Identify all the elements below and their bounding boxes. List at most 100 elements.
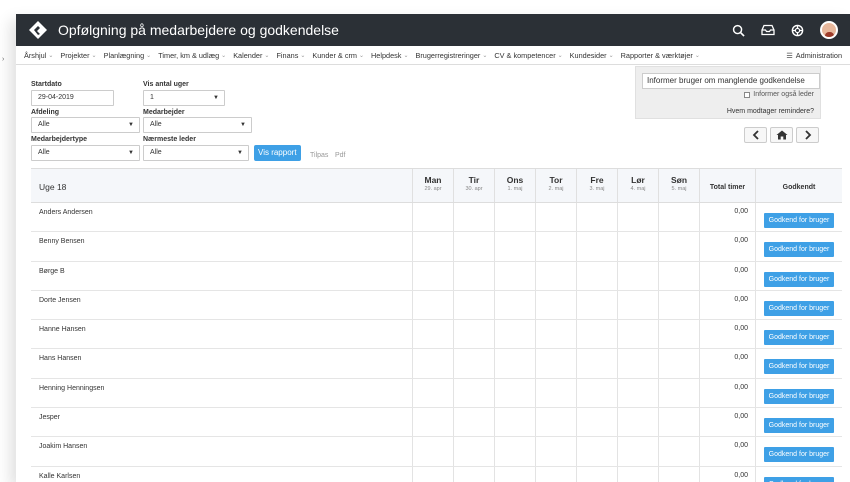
chevron-down-icon: ⌄ [300,52,306,59]
avatar[interactable] [820,21,838,39]
employee-name[interactable]: Hans Hansen [39,355,81,362]
day-cell [535,290,576,320]
chevron-left-icon [752,130,759,140]
startdato-label: Startdato [31,81,62,88]
total-hours: 0,00 [734,354,748,362]
search-icon[interactable] [732,24,745,37]
day-cell [535,232,576,261]
approve-button[interactable]: Godkend for bruger [764,271,834,287]
approve-cell: Godkend for bruger [755,466,842,482]
page-title: Opfølgning på medarbejdere og godkendels… [58,22,339,38]
day-cell [617,320,658,349]
approve-button[interactable]: Godkend for bruger [764,418,834,434]
employee-name[interactable]: Dorte Jensen [39,297,81,304]
approve-button[interactable]: Godkend for bruger [764,388,834,404]
approve-button[interactable]: Godkend for bruger [764,447,834,463]
total-hours: 0,00 [734,295,748,303]
approve-button[interactable]: Godkend for bruger [764,300,834,316]
menu-item-aarshjul[interactable]: Årshjul ⌄ [24,51,53,60]
menu-item-kundesider[interactable]: Kundesider ⌄ [570,51,614,60]
employee-name[interactable]: Kalle Karlsen [39,473,80,480]
inbox-icon[interactable] [761,24,775,36]
day-cell [494,378,535,408]
naermeste-leder-label: Nærmeste leder [143,136,196,143]
hvem-modtager-link[interactable]: Hvem modtager remindere? [727,108,814,115]
employee-name[interactable]: Henning Henningsen [39,385,104,392]
menu-item-finans[interactable]: Finans ⌄ [276,51,305,60]
menu-item-brugerregistreringer[interactable]: Brugerregistreringer ⌄ [415,51,487,60]
approval-table: Uge 18 Man 29. apr Tir 30. apr Ons 1. maj T… [31,168,842,482]
approve-button[interactable]: Godkend for bruger [764,359,834,375]
approve-button[interactable]: Godkend for bruger [764,476,834,482]
total-hours: 0,00 [734,208,748,215]
afdeling-label: Afdeling [31,109,59,116]
chevron-down-icon: ⌄ [557,52,563,59]
employee-name[interactable]: Jesper [39,414,60,421]
startdato-input[interactable]: 29-04-2019 [31,90,114,106]
medarbejdertype-select[interactable]: Alle ▼ [31,145,140,161]
menu-item-timer[interactable]: Timer, km & udlæg ⌄ [158,51,226,60]
day-cell [535,203,576,232]
sidebar-expand-icon[interactable]: › [2,56,4,63]
menu-item-administration[interactable]: ☰ Administration [786,51,842,60]
chevron-down-icon: ⌄ [694,52,700,59]
day-date: 3. maj [589,186,605,192]
menu-item-label: CV & kompetencer [494,50,556,60]
approve-button[interactable]: Godkend for bruger [764,213,834,228]
employee-name[interactable]: Benny Bensen [39,238,85,245]
checkbox-icon[interactable] [744,91,751,98]
pdf-link[interactable]: Pdf [335,152,346,159]
day-cell [658,320,699,349]
approve-button[interactable]: Godkend for bruger [764,330,834,346]
day-cell [658,349,699,378]
employee-name[interactable]: Anders Andersen [39,209,93,216]
current-week-button[interactable] [770,127,793,143]
approve-button[interactable]: Godkend for bruger [764,242,834,258]
day-name: Tir [468,175,480,185]
logo-icon[interactable] [28,20,48,40]
tilpas-link[interactable]: Tilpas [310,152,328,159]
menu-item-label: Finans [276,50,299,60]
day-cell [494,466,535,482]
approve-cell: Godkend for bruger [755,408,842,437]
employee-name[interactable]: Børge B [39,268,65,275]
approve-cell: Godkend for bruger [755,290,842,320]
day-cell [617,378,658,408]
day-name: Ons [506,175,524,185]
table-row: Henning Henningsen 0,00 Godkend for bruger [31,378,842,409]
employee-name[interactable]: Joakim Hansen [39,443,87,450]
help-lifebuoy-icon[interactable] [791,24,804,37]
menu-item-kalender[interactable]: Kalender ⌄ [233,51,269,60]
day-header: Tir 30. apr [453,169,494,202]
afdeling-select[interactable]: Alle ▼ [31,117,140,133]
medarbejder-label: Medarbejder [143,109,185,116]
day-cell [494,408,535,437]
previous-week-button[interactable] [744,127,767,143]
day-cell [658,203,699,232]
employee-name[interactable]: Hanne Hansen [39,326,86,333]
informer-bruger-button[interactable]: Informer bruger om manglende godkendelse [642,73,820,89]
menu-item-kunder-crm[interactable]: Kunder & crm ⌄ [312,51,364,60]
day-cell [412,290,453,320]
day-cell [453,378,494,408]
menu-item-label: Årshjul [24,50,47,60]
table-row: Hanne Hansen 0,00 Godkend for bruger [31,320,842,350]
informer-leder-checkbox[interactable]: Informer også leder [744,91,814,98]
menu-item-cv[interactable]: CV & kompetencer ⌄ [494,51,562,60]
vis-rapport-button[interactable]: Vis rapport [254,145,301,161]
day-cell [576,437,617,466]
menu-item-projekter[interactable]: Projekter ⌄ [60,51,96,60]
next-week-button[interactable] [796,127,819,143]
day-cell [617,466,658,482]
menu-item-rapporter[interactable]: Rapporter & værktøjer ⌄ [621,51,700,60]
day-cell [576,408,617,437]
checkbox-label: Informer også leder [753,91,814,98]
day-name: Søn [670,175,688,185]
medarbejder-select[interactable]: Alle ▼ [143,117,252,133]
menu-item-label: Brugerregistreringer [415,50,481,60]
vis-antal-uger-select[interactable]: 1 ▼ [143,90,225,106]
chevron-down-icon: ⌄ [482,52,488,59]
menu-item-planlaegning[interactable]: Planlægning ⌄ [104,51,152,60]
menu-item-helpdesk[interactable]: Helpdesk ⌄ [371,51,408,60]
naermeste-leder-select[interactable]: Alle ▼ [143,145,249,161]
